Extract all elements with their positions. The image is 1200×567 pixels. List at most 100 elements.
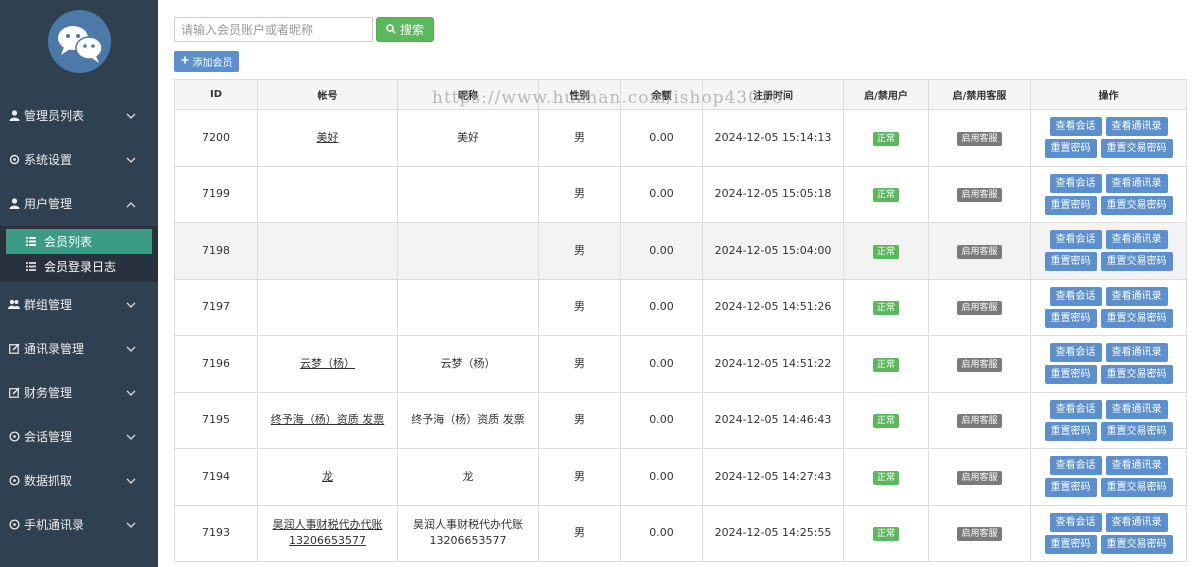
status-badge[interactable]: 正常 xyxy=(872,244,899,259)
reset-trade-password-button[interactable]: 重置交易密码 xyxy=(1100,252,1173,272)
view-contacts-button[interactable]: 查看通讯录 xyxy=(1105,343,1168,363)
status-badge[interactable]: 正常 xyxy=(872,470,899,485)
cell-account: 龙 xyxy=(257,448,398,506)
view-session-button[interactable]: 查看会话 xyxy=(1049,343,1102,363)
chevron-down-icon xyxy=(126,298,136,312)
view-contacts-button[interactable]: 查看通讯录 xyxy=(1105,512,1168,532)
service-badge[interactable]: 启用客服 xyxy=(957,244,1002,259)
account-link[interactable]: 龙 xyxy=(322,470,333,483)
cell-user-status: 正常 xyxy=(843,391,929,449)
service-badge[interactable]: 启用客服 xyxy=(957,414,1002,429)
view-contacts-button[interactable]: 查看通讯录 xyxy=(1105,286,1168,306)
edit-icon xyxy=(8,386,20,398)
table-row: 7200 美好 美好男 0.00 2024-12-05 15:14:13 正常 启用客服 查看… xyxy=(174,109,1187,167)
view-session-button[interactable]: 查看会话 xyxy=(1049,286,1102,306)
view-contacts-button[interactable]: 查看通讯录 xyxy=(1105,117,1168,137)
status-badge[interactable]: 正常 xyxy=(872,301,899,316)
sidebar-item-group-management[interactable]: 群组管理 xyxy=(0,282,158,326)
sidebar-item-phone-contacts[interactable]: 手机通讯录 xyxy=(0,502,158,546)
sidebar-item-label: 通讯录管理 xyxy=(24,341,85,356)
list-icon xyxy=(26,237,36,246)
sidebar-item-data-capture[interactable]: 数据抓取 xyxy=(0,458,158,502)
search-button[interactable]: 搜索 xyxy=(376,17,434,42)
cell-account xyxy=(257,165,398,223)
add-member-button[interactable]: 添加会员 xyxy=(174,51,239,72)
cell-gender: 男 xyxy=(538,165,621,223)
table-row: 7194 龙龙男 0.00 2024-12-05 14:27:43 正常 启用客服 查看会话… xyxy=(174,448,1187,506)
reset-trade-password-button[interactable]: 重置交易密码 xyxy=(1100,534,1173,554)
view-session-button[interactable]: 查看会话 xyxy=(1049,117,1102,137)
cell-balance: 0.00 xyxy=(620,278,703,336)
view-session-button[interactable]: 查看会话 xyxy=(1049,512,1102,532)
service-badge[interactable]: 启用客服 xyxy=(957,357,1002,372)
cell-user-status: 正常 xyxy=(843,109,929,167)
cell-actions: 查看会话 查看通讯录 重置密码 重置交易密码 xyxy=(1030,278,1187,336)
reset-password-button[interactable]: 重置密码 xyxy=(1044,478,1097,498)
column-header: 性别 xyxy=(538,79,621,110)
chevron-down-icon xyxy=(126,518,136,532)
sidebar-item-finance-management[interactable]: 财务管理 xyxy=(0,370,158,414)
cell-gender: 男 xyxy=(538,109,621,167)
cell-service-status: 启用客服 xyxy=(928,335,1031,393)
table-row: 7193 昊润人事财税代办代账 13206653577 昊润人事财税代办代账 132… xyxy=(174,504,1187,562)
sidebar-item-contacts-management[interactable]: 通讯录管理 xyxy=(0,326,158,370)
view-contacts-button[interactable]: 查看通讯录 xyxy=(1105,456,1168,476)
search-input[interactable] xyxy=(174,17,373,42)
reset-password-button[interactable]: 重置密码 xyxy=(1044,139,1097,159)
service-badge[interactable]: 启用客服 xyxy=(957,470,1002,485)
reset-trade-password-button[interactable]: 重置交易密码 xyxy=(1100,195,1173,215)
status-badge[interactable]: 正常 xyxy=(872,527,899,542)
reset-password-button[interactable]: 重置密码 xyxy=(1044,308,1097,328)
account-link[interactable]: 终予海（杨）资质 发票 xyxy=(271,413,385,426)
sidebar-subitem-member-list[interactable]: 会员列表 xyxy=(6,229,152,254)
status-badge[interactable]: 正常 xyxy=(872,131,899,146)
cell-actions: 查看会话 查看通讯录 重置密码 重置交易密码 xyxy=(1030,165,1187,223)
service-badge[interactable]: 启用客服 xyxy=(957,188,1002,203)
cell-balance: 0.00 xyxy=(620,504,703,562)
view-contacts-button[interactable]: 查看通讯录 xyxy=(1105,173,1168,193)
chat-icon xyxy=(8,430,20,442)
chevron-down-icon xyxy=(126,430,136,444)
status-badge[interactable]: 正常 xyxy=(872,188,899,203)
reset-password-button[interactable]: 重置密码 xyxy=(1044,252,1097,272)
reset-trade-password-button[interactable]: 重置交易密码 xyxy=(1100,139,1173,159)
view-session-button[interactable]: 查看会话 xyxy=(1049,230,1102,250)
reset-password-button[interactable]: 重置密码 xyxy=(1044,534,1097,554)
account-link[interactable]: 美好 xyxy=(317,131,339,144)
chat-icon xyxy=(8,474,20,486)
service-badge[interactable]: 启用客服 xyxy=(957,301,1002,316)
service-badge[interactable]: 启用客服 xyxy=(957,527,1002,542)
reset-trade-password-button[interactable]: 重置交易密码 xyxy=(1100,308,1173,328)
view-contacts-button[interactable]: 查看通讯录 xyxy=(1105,230,1168,250)
status-badge[interactable]: 正常 xyxy=(872,357,899,372)
reset-trade-password-button[interactable]: 重置交易密码 xyxy=(1100,478,1173,498)
reset-password-button[interactable]: 重置密码 xyxy=(1044,365,1097,385)
chevron-down-icon xyxy=(126,474,136,488)
chevron-down-icon xyxy=(126,153,136,167)
cell-account: 昊润人事财税代办代账 13206653577 xyxy=(257,504,398,562)
sidebar-item-system-settings[interactable]: 系统设置 xyxy=(0,137,158,181)
account-link[interactable]: 云梦（杨） xyxy=(300,357,355,370)
sidebar-item-label: 财务管理 xyxy=(24,385,73,400)
reset-password-button[interactable]: 重置密码 xyxy=(1044,195,1097,215)
reset-trade-password-button[interactable]: 重置交易密码 xyxy=(1100,365,1173,385)
cell-gender: 男 xyxy=(538,504,621,562)
reset-password-button[interactable]: 重置密码 xyxy=(1044,421,1097,441)
status-badge[interactable]: 正常 xyxy=(872,414,899,429)
cell-actions: 查看会话 查看通讯录 重置密码 重置交易密码 xyxy=(1030,391,1187,449)
view-contacts-button[interactable]: 查看通讯录 xyxy=(1105,399,1168,419)
cell-actions: 查看会话 查看通讯录 重置密码 重置交易密码 xyxy=(1030,448,1187,506)
reset-trade-password-button[interactable]: 重置交易密码 xyxy=(1100,421,1173,441)
account-link[interactable]: 昊润人事财税代办代账 13206653577 xyxy=(273,518,383,547)
sidebar-subitem-member-login-log[interactable]: 会员登录日志 xyxy=(6,254,152,279)
view-session-button[interactable]: 查看会话 xyxy=(1049,399,1102,419)
cell-actions: 查看会话 查看通讯录 重置密码 重置交易密码 xyxy=(1030,109,1187,167)
service-badge[interactable]: 启用客服 xyxy=(957,131,1002,146)
view-session-button[interactable]: 查看会话 xyxy=(1049,456,1102,476)
sidebar-item-user-management[interactable]: 用户管理 xyxy=(0,181,158,225)
sidebar-item-label: 管理员列表 xyxy=(24,108,85,123)
sidebar-item-admin-list[interactable]: 管理员列表 xyxy=(0,93,158,137)
view-session-button[interactable]: 查看会话 xyxy=(1049,173,1102,193)
user-icon xyxy=(8,109,20,121)
sidebar-item-session-management[interactable]: 会话管理 xyxy=(0,414,158,458)
